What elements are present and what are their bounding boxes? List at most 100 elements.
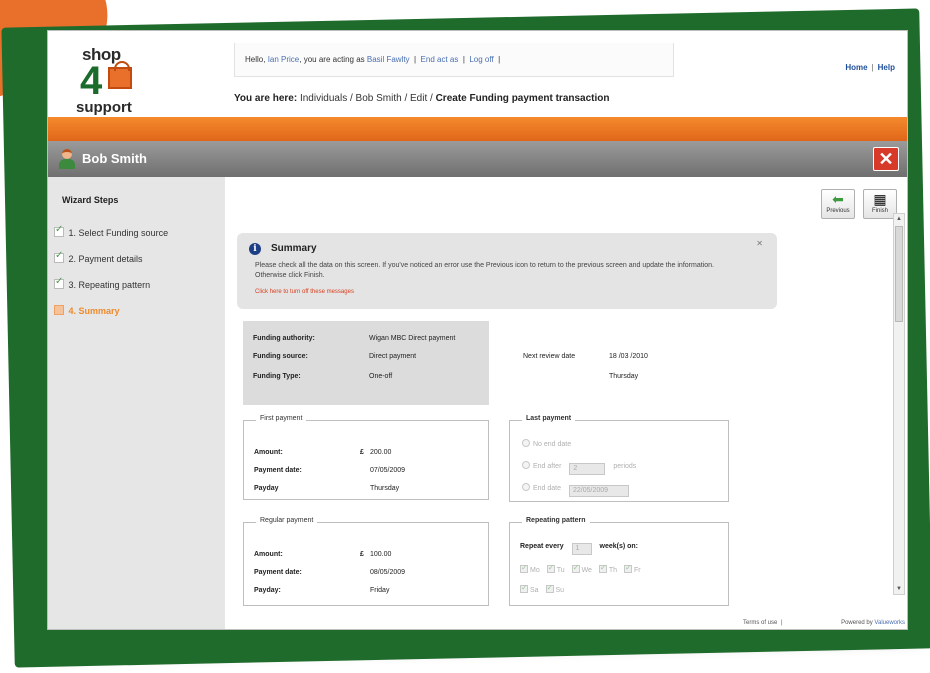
- day-label: Su: [555, 587, 565, 594]
- funding-details-box: Funding authority: Wigan MBC Direct paym…: [243, 321, 489, 405]
- valueworks-link[interactable]: Valueworks: [874, 620, 905, 626]
- app-stage: shop 4 support Hello, Ian Price, you are…: [0, 0, 930, 673]
- breadcrumb-prefix: You are here:: [234, 93, 298, 104]
- checkbox[interactable]: [546, 563, 555, 573]
- person-avatar-icon: [58, 149, 76, 169]
- person-name: Bob Smith: [82, 151, 147, 166]
- previous-button[interactable]: ⬅ Previous: [821, 189, 855, 219]
- weekday-checkboxes: Mo Tu We Th Fr: [520, 563, 641, 574]
- first-payday-value: Thursday: [370, 485, 400, 492]
- logo-text-support: support: [76, 99, 132, 116]
- finish-label: Finish: [871, 208, 888, 214]
- user-name-link[interactable]: Ian Price: [268, 55, 300, 64]
- checkbox[interactable]: [545, 583, 554, 593]
- radio-button[interactable]: [522, 439, 530, 447]
- person-bar: Bob Smith ✕: [48, 141, 907, 177]
- terms-of-use-link[interactable]: Terms of use: [743, 620, 777, 626]
- orange-banner: [48, 117, 907, 141]
- wizard-step-payment-details[interactable]: 2. Payment details: [54, 250, 143, 264]
- user-info-bar: Hello, Ian Price, you are acting as Basi…: [234, 43, 674, 77]
- separator: |: [871, 63, 874, 72]
- last-payment-group: Last payment No end date End after 2 per…: [509, 415, 729, 502]
- checkbox[interactable]: [598, 563, 607, 573]
- first-payment-legend: First payment: [256, 415, 307, 422]
- wizard-steps-title: Wizard Steps: [62, 195, 119, 205]
- finish-button[interactable]: ▦ Finish: [863, 189, 897, 219]
- regular-payday-value: Friday: [370, 587, 390, 594]
- radio-button[interactable]: [522, 461, 530, 469]
- turn-off-messages-link[interactable]: Click here to turn off these messages: [255, 289, 354, 295]
- powered-by: Powered by Valueworks: [841, 620, 905, 626]
- regular-payment-date-label: Payment date:: [254, 569, 302, 576]
- close-message-icon[interactable]: ✕: [756, 239, 763, 248]
- checkbox[interactable]: [571, 563, 580, 573]
- wizard-step-select-funding-source[interactable]: 1. Select Funding source: [54, 224, 169, 238]
- wizard-step-label: 1. Select Funding source: [68, 228, 169, 238]
- scrollbar-thumb[interactable]: [895, 226, 903, 322]
- next-review-day-value: Thursday: [609, 373, 639, 380]
- regular-payment-group: Regular payment Amount: £ 100.00 Payment…: [243, 517, 489, 606]
- checkbox[interactable]: [624, 563, 633, 573]
- day-label: Th: [608, 567, 618, 574]
- day-label: We: [581, 567, 592, 574]
- repeating-pattern-group: Repeating pattern Repeat every 1 week(s)…: [509, 517, 729, 606]
- greeting-text: Hello,: [245, 55, 266, 64]
- close-button[interactable]: ✕: [873, 147, 899, 171]
- checkbox[interactable]: [520, 583, 528, 593]
- separator: |: [781, 620, 783, 626]
- scroll-down-icon[interactable]: ▼: [894, 584, 904, 594]
- help-link[interactable]: Help: [878, 63, 895, 72]
- end-date-input[interactable]: 22/05/2009: [568, 485, 629, 497]
- first-payment-date-value: 07/05/2009: [370, 467, 406, 474]
- end-date-option[interactable]: End date 22/05/2009: [522, 483, 629, 497]
- wizard-step-label: 3. Repeating pattern: [68, 280, 151, 290]
- repeating-pattern-legend: Repeating pattern: [522, 517, 590, 524]
- wizard-sidebar: Wizard Steps 1. Select Funding source 2.…: [48, 177, 225, 629]
- funding-authority-value: Wigan MBC Direct payment: [369, 335, 456, 342]
- logo-number: 4: [80, 59, 103, 103]
- day-label: Sa: [530, 587, 539, 594]
- end-after-option[interactable]: End after 2 periods: [522, 461, 636, 475]
- first-payment-date-label: Payment date:: [254, 467, 302, 474]
- funding-source-value: Direct payment: [369, 353, 417, 360]
- breadcrumb: You are here: Individuals / Bob Smith / …: [234, 93, 610, 104]
- no-end-date-option[interactable]: No end date: [522, 439, 571, 448]
- check-icon: [54, 224, 64, 237]
- periods-label: periods: [613, 463, 637, 470]
- scroll-up-icon[interactable]: ▲: [894, 214, 904, 224]
- breadcrumb-current: Create Funding payment transaction: [435, 93, 610, 104]
- regular-payment-date-value: 08/05/2009: [370, 569, 406, 576]
- checkered-flag-icon: ▦: [873, 191, 887, 207]
- home-link[interactable]: Home: [845, 63, 867, 72]
- periods-input[interactable]: 2: [569, 463, 606, 475]
- funding-type-value: One-off: [369, 373, 393, 380]
- shop4support-logo[interactable]: shop 4 support: [76, 45, 156, 116]
- regular-amount-value: 100.00: [370, 551, 392, 558]
- previous-label: Previous: [826, 208, 850, 214]
- wizard-step-summary[interactable]: 4. Summary: [54, 305, 120, 316]
- repeat-weeks-input[interactable]: 1: [571, 543, 592, 555]
- radio-button[interactable]: [522, 483, 530, 491]
- checkbox[interactable]: [520, 563, 528, 573]
- acting-as-text: , you are acting as: [299, 55, 365, 64]
- end-after-label: End after: [533, 463, 562, 470]
- regular-payday-label: Payday:: [254, 587, 281, 594]
- next-review-date-value: 18 /03 /2010: [609, 353, 648, 360]
- end-act-as-link[interactable]: End act as: [421, 55, 459, 64]
- log-off-link[interactable]: Log off: [469, 55, 493, 64]
- powered-by-prefix: Powered by: [841, 620, 873, 626]
- vertical-scrollbar[interactable]: ▲ ▼: [893, 213, 905, 595]
- arrow-left-icon: ⬅: [832, 191, 844, 207]
- wizard-step-repeating-pattern[interactable]: 3. Repeating pattern: [54, 276, 151, 290]
- first-amount-value: 200.00: [370, 449, 392, 456]
- weeks-on-label: week(s) on:: [599, 543, 639, 550]
- last-payment-legend: Last payment: [522, 415, 576, 422]
- regular-amount-label: Amount:: [254, 551, 283, 558]
- breadcrumb-path[interactable]: Individuals / Bob Smith / Edit /: [300, 93, 433, 104]
- check-icon: [54, 250, 64, 263]
- acting-as-link[interactable]: Basil Fawlty: [367, 55, 410, 64]
- next-review-date-label: Next review date: [523, 353, 576, 360]
- info-icon: i: [249, 243, 261, 255]
- footer: Terms of use | Powered by Valueworks: [225, 619, 907, 629]
- top-links: Home | Help: [845, 63, 895, 72]
